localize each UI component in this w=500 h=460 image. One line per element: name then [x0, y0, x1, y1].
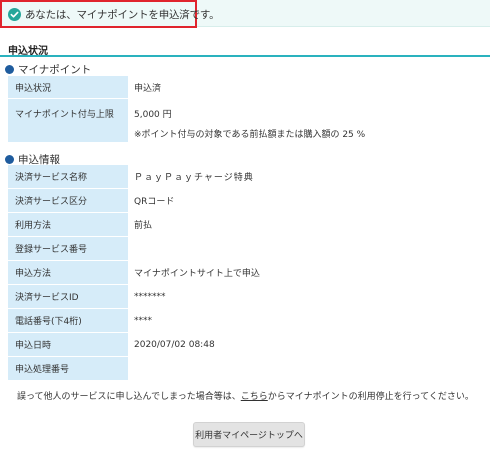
- row-value: *******: [128, 285, 490, 308]
- row-label: 申込処理番号: [8, 357, 128, 380]
- row-label: 申込状況: [8, 76, 128, 98]
- status-banner-message: あなたは、マイナポイントを申込済です。: [25, 8, 220, 21]
- suspension-link[interactable]: こちら: [241, 392, 268, 402]
- table-row: 決済サービス区分 QRコード: [8, 189, 490, 212]
- row-label: 登録サービス番号: [8, 237, 128, 260]
- suspension-notice-before: 誤って他人のサービスに申し込んでしまった場合等は、: [17, 392, 241, 402]
- status-banner: あなたは、マイナポイントを申込済です。: [0, 0, 490, 28]
- row-label: 申込日時: [8, 333, 128, 356]
- row-label: 決済サービス名称: [8, 165, 128, 188]
- point-limit-note: ※ポイント付与の対象である前払額または購入額の 25 %: [134, 130, 366, 140]
- application-table: 決済サービス名称 ＰａｙＰａｙチャージ特典 決済サービス区分 QRコード 利用方…: [8, 164, 490, 381]
- table-row: 決済サービスID *******: [8, 285, 490, 308]
- table-row: 申込方法 マイナポイントサイト上で申込: [8, 261, 490, 284]
- row-value: マイナポイントサイト上で申込: [128, 261, 490, 284]
- row-label: 申込方法: [8, 261, 128, 284]
- row-value: ****: [128, 309, 490, 332]
- row-value: [128, 357, 490, 380]
- table-row: 申込処理番号: [8, 357, 490, 380]
- row-label: マイナポイント付与上限: [8, 99, 128, 142]
- row-value: [128, 237, 490, 260]
- check-circle-icon: [8, 7, 21, 21]
- table-row: 電話番号(下4桁) ****: [8, 309, 490, 332]
- mynapoint-table: 申込状況 申込済 マイナポイント付与上限 5,000 円 ※ポイント付与の対象で…: [8, 75, 490, 143]
- row-value: QRコード: [128, 189, 490, 212]
- row-value: 5,000 円 ※ポイント付与の対象である前払額または購入額の 25 %: [128, 99, 490, 142]
- table-row: マイナポイント付与上限 5,000 円 ※ポイント付与の対象である前払額または購…: [8, 99, 490, 142]
- suspension-notice: 誤って他人のサービスに申し込んでしまった場合等は、こちらからマイナポイントの利用…: [17, 389, 474, 402]
- bullet-dot-icon: [5, 65, 14, 74]
- row-value: 申込済: [128, 76, 490, 98]
- row-label: 電話番号(下4桁): [8, 309, 128, 332]
- row-value: 2020/07/02 08:48: [128, 333, 490, 356]
- status-banner-highlight: あなたは、マイナポイントを申込済です。: [0, 0, 220, 28]
- row-value: 前払: [128, 213, 490, 236]
- row-label: 利用方法: [8, 213, 128, 236]
- suspension-notice-after: からマイナポイントの利用停止を行ってください。: [267, 392, 474, 402]
- table-row: 決済サービス名称 ＰａｙＰａｙチャージ特典: [8, 165, 490, 188]
- row-value: ＰａｙＰａｙチャージ特典: [128, 165, 490, 188]
- section-divider: [0, 55, 490, 57]
- row-label: 決済サービス区分: [8, 189, 128, 212]
- table-row: 申込状況 申込済: [8, 76, 490, 98]
- mypage-top-button[interactable]: 利用者マイページトップへ: [193, 422, 305, 447]
- table-row: 登録サービス番号: [8, 237, 490, 260]
- point-limit-value: 5,000 円: [134, 110, 172, 120]
- table-row: 利用方法 前払: [8, 213, 490, 236]
- table-row: 申込日時 2020/07/02 08:48: [8, 333, 490, 356]
- row-label: 決済サービスID: [8, 285, 128, 308]
- bullet-dot-icon: [5, 155, 14, 164]
